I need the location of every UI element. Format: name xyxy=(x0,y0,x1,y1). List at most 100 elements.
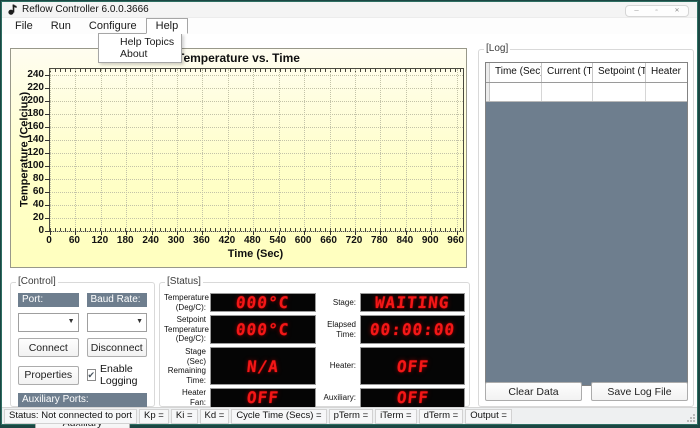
x-tick-label: 780 xyxy=(371,235,388,246)
window-controls: ─ ▫ ✕ xyxy=(625,5,689,17)
gridline-h xyxy=(50,231,463,232)
cell xyxy=(490,83,542,101)
enable-logging-checkbox[interactable]: ✔ Enable Logging xyxy=(86,363,148,387)
control-group-label: [Control] xyxy=(16,276,58,287)
col-time[interactable]: Time (Sec) xyxy=(490,63,542,82)
enable-logging-label: Enable Logging xyxy=(100,363,138,387)
baud-rate-header: Baud Rate: xyxy=(86,293,147,307)
gridline-v xyxy=(456,69,458,231)
close-icon[interactable]: ✕ xyxy=(675,8,680,14)
x-tick-label: 240 xyxy=(142,235,159,246)
y-tick-label: 120 xyxy=(27,147,44,159)
x-tick-label: 900 xyxy=(421,235,439,246)
table-empty-area xyxy=(486,102,687,385)
clear-data-button[interactable]: Clear Data xyxy=(485,382,582,401)
status-dterm: dTerm = xyxy=(418,408,464,424)
status-connection: Status: Not connected to port xyxy=(4,408,138,424)
desktop: Reflow Controller 6.0.0.3666 ─ ▫ ✕ File … xyxy=(0,0,700,428)
heater-fan-display: OFF xyxy=(210,388,316,408)
auxiliary-label: Auxiliary: xyxy=(323,393,356,403)
log-table-header: Time (Sec) Current (T) Setpoint (T) Heat… xyxy=(486,63,687,83)
menu-item-help-topics[interactable]: Help Topics xyxy=(99,36,181,48)
x-tick-label: 60 xyxy=(68,235,80,246)
stage-label: Stage: xyxy=(332,297,356,307)
gridline-v xyxy=(126,69,128,231)
gridline-v xyxy=(50,69,51,231)
col-heater[interactable]: Heater xyxy=(646,63,687,82)
gridline-h xyxy=(50,218,463,220)
heater-display: OFF xyxy=(360,346,465,386)
auxiliary-ports-header: Auxiliary Ports: xyxy=(18,393,147,407)
resize-grip-icon[interactable] xyxy=(687,414,695,422)
app-icon xyxy=(8,4,17,15)
elapsed-time-label: Elapsed Time: xyxy=(327,319,356,339)
x-tick-label: 360 xyxy=(193,235,210,246)
menu-bar: File Run Configure Help xyxy=(2,18,697,34)
chart-x-axis-label: Time (Sec) xyxy=(227,248,284,260)
menu-help[interactable]: Help xyxy=(145,18,189,34)
gridline-h xyxy=(50,153,463,155)
status-iterm: iTerm = xyxy=(375,408,417,424)
menu-configure[interactable]: Configure xyxy=(80,18,146,34)
port-select[interactable]: ▼ xyxy=(18,313,79,332)
gridline-v xyxy=(329,69,331,231)
stage-display: WAITING xyxy=(360,293,465,313)
menu-file[interactable]: File xyxy=(6,18,42,34)
gridline-v xyxy=(354,69,356,231)
col-current[interactable]: Current (T) xyxy=(542,63,593,82)
status-kd: Kd = xyxy=(199,408,230,424)
x-tick-label: 300 xyxy=(167,235,185,246)
chart-plot-area xyxy=(45,68,464,235)
temperature-chart: Temperature vs. Time Temperature (Celciu… xyxy=(10,48,467,268)
y-tick-label: 140 xyxy=(27,134,44,146)
stage-remaining-time-display: N/A xyxy=(210,346,316,386)
status-cycle-time: Cycle Time (Secs) = xyxy=(231,408,327,424)
connect-button[interactable]: Connect xyxy=(18,338,79,357)
checkbox-box[interactable]: ✔ xyxy=(86,369,97,381)
title-bar: Reflow Controller 6.0.0.3666 ─ ▫ ✕ xyxy=(2,2,697,18)
chart-title: Temperature vs. Time xyxy=(177,51,300,65)
status-ki: Ki = xyxy=(170,408,198,424)
gridline-h xyxy=(50,166,463,168)
gridline-v xyxy=(227,69,229,231)
x-tick-label: 420 xyxy=(218,235,236,246)
y-tick-label: 200 xyxy=(27,95,44,107)
status-bar: Status: Not connected to port Kp = Ki = … xyxy=(2,407,697,424)
status-group: [Status] Temperature (Deg/C): 000°C Stag… xyxy=(159,277,470,408)
heater-fan-label: Heater Fan: xyxy=(181,388,206,407)
x-tick-label: 180 xyxy=(116,235,134,246)
heater-label: Heater: xyxy=(329,361,356,371)
gridline-v xyxy=(151,69,153,231)
temperature-display: 000°C xyxy=(210,293,316,313)
gridline-h xyxy=(50,101,463,103)
status-kp: Kp = xyxy=(139,408,169,424)
table-row[interactable] xyxy=(486,83,687,102)
gridline-h xyxy=(50,192,463,194)
gridline-v xyxy=(100,69,102,231)
gridline-h xyxy=(50,75,463,77)
maximize-icon[interactable]: ▫ xyxy=(656,8,658,14)
elapsed-time-display: 00:00:00 xyxy=(360,315,465,344)
gridline-v xyxy=(202,69,204,231)
menu-run[interactable]: Run xyxy=(42,18,80,34)
y-tick-label: 20 xyxy=(32,212,44,224)
app-window: Reflow Controller 6.0.0.3666 ─ ▫ ✕ File … xyxy=(2,2,697,428)
y-tick-label: 100 xyxy=(27,160,44,172)
save-log-file-button[interactable]: Save Log File xyxy=(591,382,688,401)
gridline-h xyxy=(50,140,463,142)
cell xyxy=(593,83,646,101)
chevron-down-icon: ▼ xyxy=(67,318,75,325)
col-setpoint[interactable]: Setpoint (T) xyxy=(593,63,646,82)
gridline-v xyxy=(405,69,407,231)
properties-button[interactable]: Properties xyxy=(18,365,79,385)
baud-rate-select[interactable]: ▼ xyxy=(86,313,147,332)
gridline-v xyxy=(431,69,433,231)
chevron-down-icon: ▼ xyxy=(136,318,143,325)
gridline-h xyxy=(50,127,463,129)
gridline-h xyxy=(50,88,463,90)
minimize-icon[interactable]: ─ xyxy=(634,8,638,14)
menu-item-about[interactable]: About xyxy=(99,48,181,60)
check-icon: ✔ xyxy=(87,369,96,380)
gridline-h xyxy=(50,179,463,181)
disconnect-button[interactable]: Disconnect xyxy=(86,338,147,357)
